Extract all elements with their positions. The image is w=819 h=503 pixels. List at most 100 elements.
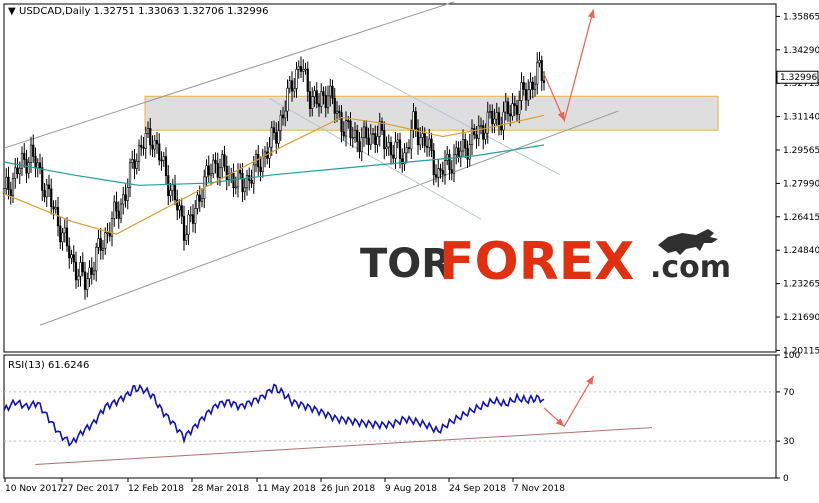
- candle-body: [178, 205, 181, 211]
- price-axis-label: 1.35865: [783, 12, 819, 22]
- candle-body: [524, 89, 528, 101]
- candle-body: [419, 137, 422, 146]
- candle-body: [54, 207, 57, 210]
- candle-body: [261, 156, 264, 173]
- candle-body: [389, 141, 393, 156]
- candle-body: [414, 111, 417, 129]
- candle-body: [59, 225, 62, 243]
- candle-body: [358, 141, 361, 153]
- candle-body: [119, 203, 123, 219]
- candle-body: [173, 184, 177, 201]
- candle-body: [133, 159, 136, 169]
- candle-body: [542, 80, 546, 83]
- candle-body: [250, 180, 253, 184]
- candle-body: [101, 247, 105, 251]
- candle-body: [385, 146, 388, 150]
- candle-body: [185, 234, 188, 241]
- candle-body: [209, 173, 213, 176]
- price-axis-label: 1.24840: [783, 246, 819, 256]
- candle-body: [396, 139, 399, 143]
- candle-body: [356, 130, 359, 142]
- candle-body: [421, 133, 424, 138]
- candle-body: [540, 60, 543, 81]
- candle-body: [216, 162, 219, 178]
- candle-body: [529, 81, 532, 91]
- candle-body: [295, 69, 298, 89]
- candle-body: [189, 214, 192, 217]
- candle-body: [155, 140, 159, 145]
- candle-body: [290, 80, 294, 92]
- candle-body: [281, 114, 285, 119]
- price-axis-label: 1.26415: [783, 213, 819, 223]
- candle-body: [135, 160, 138, 169]
- candle-body: [88, 267, 91, 279]
- candle-body: [162, 156, 165, 161]
- candle-body: [302, 69, 305, 72]
- candle-body: [428, 138, 431, 148]
- candle-body: [360, 137, 363, 153]
- candle-body: [502, 111, 505, 131]
- candle-body: [288, 80, 291, 89]
- candle-body: [313, 90, 316, 97]
- candle-body: [322, 91, 325, 96]
- candle-body: [92, 270, 96, 275]
- candle-body: [43, 190, 46, 198]
- candle-body: [99, 238, 102, 251]
- candle-body: [218, 167, 222, 178]
- candle-body: [376, 136, 379, 145]
- candle-body: [97, 238, 100, 248]
- candle-body: [362, 126, 366, 139]
- candle-body: [243, 187, 246, 193]
- candle-body: [473, 128, 476, 136]
- date-axis-label: 24 Sep 2018: [449, 484, 506, 494]
- candle-body: [304, 68, 307, 71]
- candle-body: [29, 144, 33, 163]
- chart-header: USDCAD,Daily 1.32751 1.33063 1.32706 1.3…: [19, 6, 269, 17]
- candle-body: [124, 194, 127, 201]
- candle-body: [34, 156, 37, 169]
- candle-body: [342, 131, 345, 137]
- candle-body: [252, 164, 255, 184]
- candle-body: [45, 184, 48, 198]
- candle-body: [506, 101, 510, 115]
- usdcad-chart: 1.35865 1.34290 1.32715 1.31140 1.29565 1.279…: [0, 0, 819, 499]
- candle-body: [232, 172, 235, 189]
- watermark-com: .com: [650, 250, 731, 285]
- candle-body: [374, 133, 377, 145]
- candle-body: [14, 167, 17, 179]
- candle-body: [365, 126, 368, 139]
- candle-body: [239, 169, 242, 174]
- candle-body: [407, 147, 411, 150]
- candle-body: [340, 112, 343, 133]
- candle-body: [50, 188, 53, 208]
- candle-body: [275, 132, 278, 144]
- date-axis-label: 26 Jun 2018: [321, 484, 375, 494]
- candle-body: [187, 214, 190, 235]
- candle-body: [95, 247, 98, 272]
- candle-body: [52, 206, 55, 210]
- candle-body: [369, 133, 372, 146]
- candle-body: [191, 214, 195, 224]
- candle-body: [394, 141, 397, 159]
- candle-body: [142, 146, 145, 149]
- candle-body: [272, 127, 276, 133]
- candle-body: [475, 134, 478, 139]
- candle-body: [277, 130, 280, 144]
- candle-body: [423, 133, 426, 147]
- date-axis-label: 10 Nov 2017: [5, 484, 63, 494]
- candle-body: [171, 184, 174, 191]
- date-axis-label: 9 Aug 2018: [385, 484, 437, 494]
- candle-body: [279, 114, 282, 131]
- date-axis-label: 12 Feb 2018: [128, 484, 184, 494]
- watermark-forex: FOREX: [439, 232, 634, 292]
- candle-body: [77, 275, 80, 281]
- candle-body: [117, 210, 120, 219]
- candle-body: [106, 232, 109, 234]
- candle-body: [83, 271, 87, 290]
- candle-body: [61, 232, 64, 243]
- candle-body: [140, 144, 143, 148]
- candle-body: [205, 165, 208, 178]
- candle-body: [450, 169, 453, 174]
- candle-body: [349, 120, 352, 139]
- candle-body: [468, 144, 471, 160]
